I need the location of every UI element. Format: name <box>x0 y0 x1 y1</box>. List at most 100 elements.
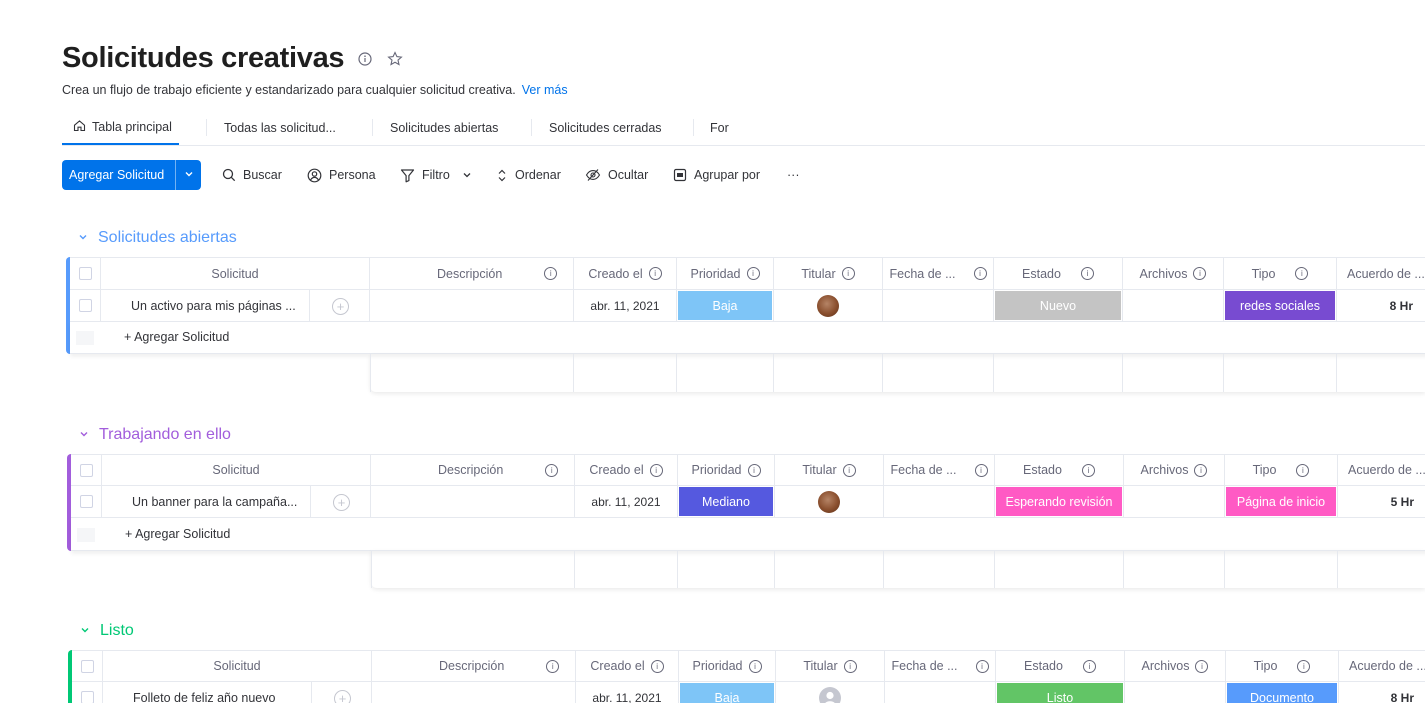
column-header-request[interactable]: Solicitud <box>101 258 370 290</box>
column-header-owner[interactable]: Titular i <box>774 258 883 290</box>
more-options-button[interactable]: ··· <box>787 160 800 190</box>
priority-cell[interactable]: Baja <box>679 682 776 703</box>
status-cell[interactable]: Listo <box>996 682 1125 703</box>
info-icon[interactable]: i <box>1195 659 1209 673</box>
description-cell[interactable] <box>371 486 575 518</box>
info-icon[interactable]: i <box>545 463 559 477</box>
info-icon[interactable]: i <box>1082 659 1096 673</box>
status-cell[interactable]: Nuevo <box>994 290 1123 322</box>
tab-open-requests[interactable]: Solicitudes abiertas <box>390 110 498 145</box>
column-header-sla[interactable]: Acuerdo de ... <box>1339 651 1425 682</box>
info-icon[interactable]: i <box>746 267 760 280</box>
info-icon[interactable]: i <box>546 659 560 673</box>
chevron-down-icon[interactable] <box>78 232 88 245</box>
empty-avatar-icon[interactable] <box>819 686 841 703</box>
info-icon[interactable]: i <box>650 659 664 673</box>
column-header-status[interactable]: Estado i <box>995 455 1124 486</box>
description-cell[interactable] <box>372 682 576 703</box>
column-header-files[interactable]: Archivos i <box>1124 455 1225 486</box>
column-header-created[interactable]: Creado el i <box>574 258 677 290</box>
info-icon[interactable]: i <box>841 267 855 280</box>
column-header-description[interactable]: Descripción i <box>372 651 576 682</box>
column-header-files[interactable]: Archivos i <box>1123 258 1224 290</box>
column-header-priority[interactable]: Prioridad i <box>677 258 774 290</box>
hide-button[interactable]: Ocultar <box>585 160 648 190</box>
owner-cell[interactable] <box>775 486 884 518</box>
column-header-type[interactable]: Tipo i <box>1224 258 1337 290</box>
column-header-request[interactable]: Solicitud <box>102 455 371 486</box>
item-name-cell[interactable]: Un banner para la campaña... + <box>102 486 371 518</box>
info-icon[interactable]: i <box>748 659 762 673</box>
column-header-due-date[interactable]: Fecha de ... i <box>884 455 995 486</box>
chevron-down-icon[interactable] <box>80 625 90 638</box>
checkbox[interactable] <box>78 267 92 280</box>
description-cell[interactable] <box>370 290 574 322</box>
star-icon[interactable] <box>386 50 404 68</box>
checkbox[interactable] <box>80 659 94 673</box>
column-header-type[interactable]: Tipo i <box>1225 455 1338 486</box>
add-request-button[interactable]: Agregar Solicitud <box>62 160 201 190</box>
column-header-status[interactable]: Estado i <box>996 651 1125 682</box>
files-cell[interactable] <box>1123 290 1224 322</box>
due-date-cell[interactable] <box>884 486 995 518</box>
column-header-priority[interactable]: Prioridad i <box>679 651 776 682</box>
info-icon[interactable]: i <box>1295 267 1309 280</box>
select-all-cell[interactable] <box>71 455 102 486</box>
column-header-description[interactable]: Descripción i <box>371 455 575 486</box>
column-header-type[interactable]: Tipo i <box>1226 651 1339 682</box>
search-button[interactable]: Buscar <box>222 160 282 190</box>
files-cell[interactable] <box>1125 682 1226 703</box>
info-icon[interactable]: i <box>975 659 989 673</box>
checkbox[interactable] <box>80 691 94 703</box>
column-header-priority[interactable]: Prioridad i <box>678 455 775 486</box>
column-header-created[interactable]: Creado el i <box>576 651 679 682</box>
status-cell[interactable]: Esperando revisión <box>995 486 1124 518</box>
tab-form[interactable]: For <box>710 110 729 145</box>
column-header-sla[interactable]: Acuerdo de ... <box>1338 455 1425 486</box>
info-icon[interactable] <box>356 50 374 68</box>
add-update-icon[interactable]: + <box>334 690 351 703</box>
type-cell[interactable]: Documento <box>1226 682 1339 703</box>
info-icon[interactable]: i <box>1297 659 1311 673</box>
info-icon[interactable]: i <box>1080 267 1094 280</box>
due-date-cell[interactable] <box>885 682 996 703</box>
select-all-cell[interactable] <box>70 258 101 290</box>
avatar[interactable] <box>818 490 840 513</box>
info-icon[interactable]: i <box>1193 267 1207 280</box>
info-icon[interactable]: i <box>648 267 662 280</box>
owner-cell[interactable] <box>776 682 885 703</box>
type-cell[interactable]: Página de inicio <box>1225 486 1338 518</box>
row-select-cell[interactable] <box>72 682 103 703</box>
info-icon[interactable]: i <box>544 267 558 280</box>
row-select-cell[interactable] <box>71 486 102 518</box>
chevron-down-icon[interactable] <box>176 169 201 181</box>
see-more-link[interactable]: Ver más <box>522 83 568 97</box>
info-icon[interactable]: i <box>1194 463 1208 477</box>
group-title-done[interactable]: Listo <box>80 622 134 640</box>
add-item-label[interactable]: + Agregar Solicitud <box>124 330 229 344</box>
column-header-due-date[interactable]: Fecha de ... i <box>883 258 994 290</box>
files-cell[interactable] <box>1124 486 1225 518</box>
priority-cell[interactable]: Baja <box>677 290 774 322</box>
info-icon[interactable]: i <box>974 463 988 477</box>
add-update-icon[interactable]: + <box>332 298 349 315</box>
info-icon[interactable]: i <box>747 463 761 477</box>
tab-closed-requests[interactable]: Solicitudes cerradas <box>549 110 662 145</box>
info-icon[interactable]: i <box>1296 463 1310 477</box>
checkbox[interactable] <box>79 495 93 508</box>
add-update-icon[interactable]: + <box>333 494 350 511</box>
column-header-created[interactable]: Creado el i <box>575 455 678 486</box>
add-item-row[interactable]: + Agregar Solicitud <box>71 518 1425 551</box>
add-item-row[interactable]: + Agregar Solicitud <box>70 321 1425 354</box>
sort-button[interactable]: Ordenar <box>496 160 561 190</box>
checkbox[interactable] <box>79 463 93 477</box>
tab-main-table[interactable]: Tabla principal <box>62 110 179 145</box>
chevron-down-icon[interactable] <box>462 170 472 180</box>
column-header-owner[interactable]: Titular i <box>776 651 885 682</box>
column-header-status[interactable]: Estado i <box>994 258 1123 290</box>
item-name-cell[interactable]: Un activo para mis páginas ... + <box>101 290 370 322</box>
person-filter-button[interactable]: Persona <box>307 160 376 190</box>
info-icon[interactable]: i <box>842 463 856 477</box>
column-header-owner[interactable]: Titular i <box>775 455 884 486</box>
column-header-description[interactable]: Descripción i <box>370 258 574 290</box>
